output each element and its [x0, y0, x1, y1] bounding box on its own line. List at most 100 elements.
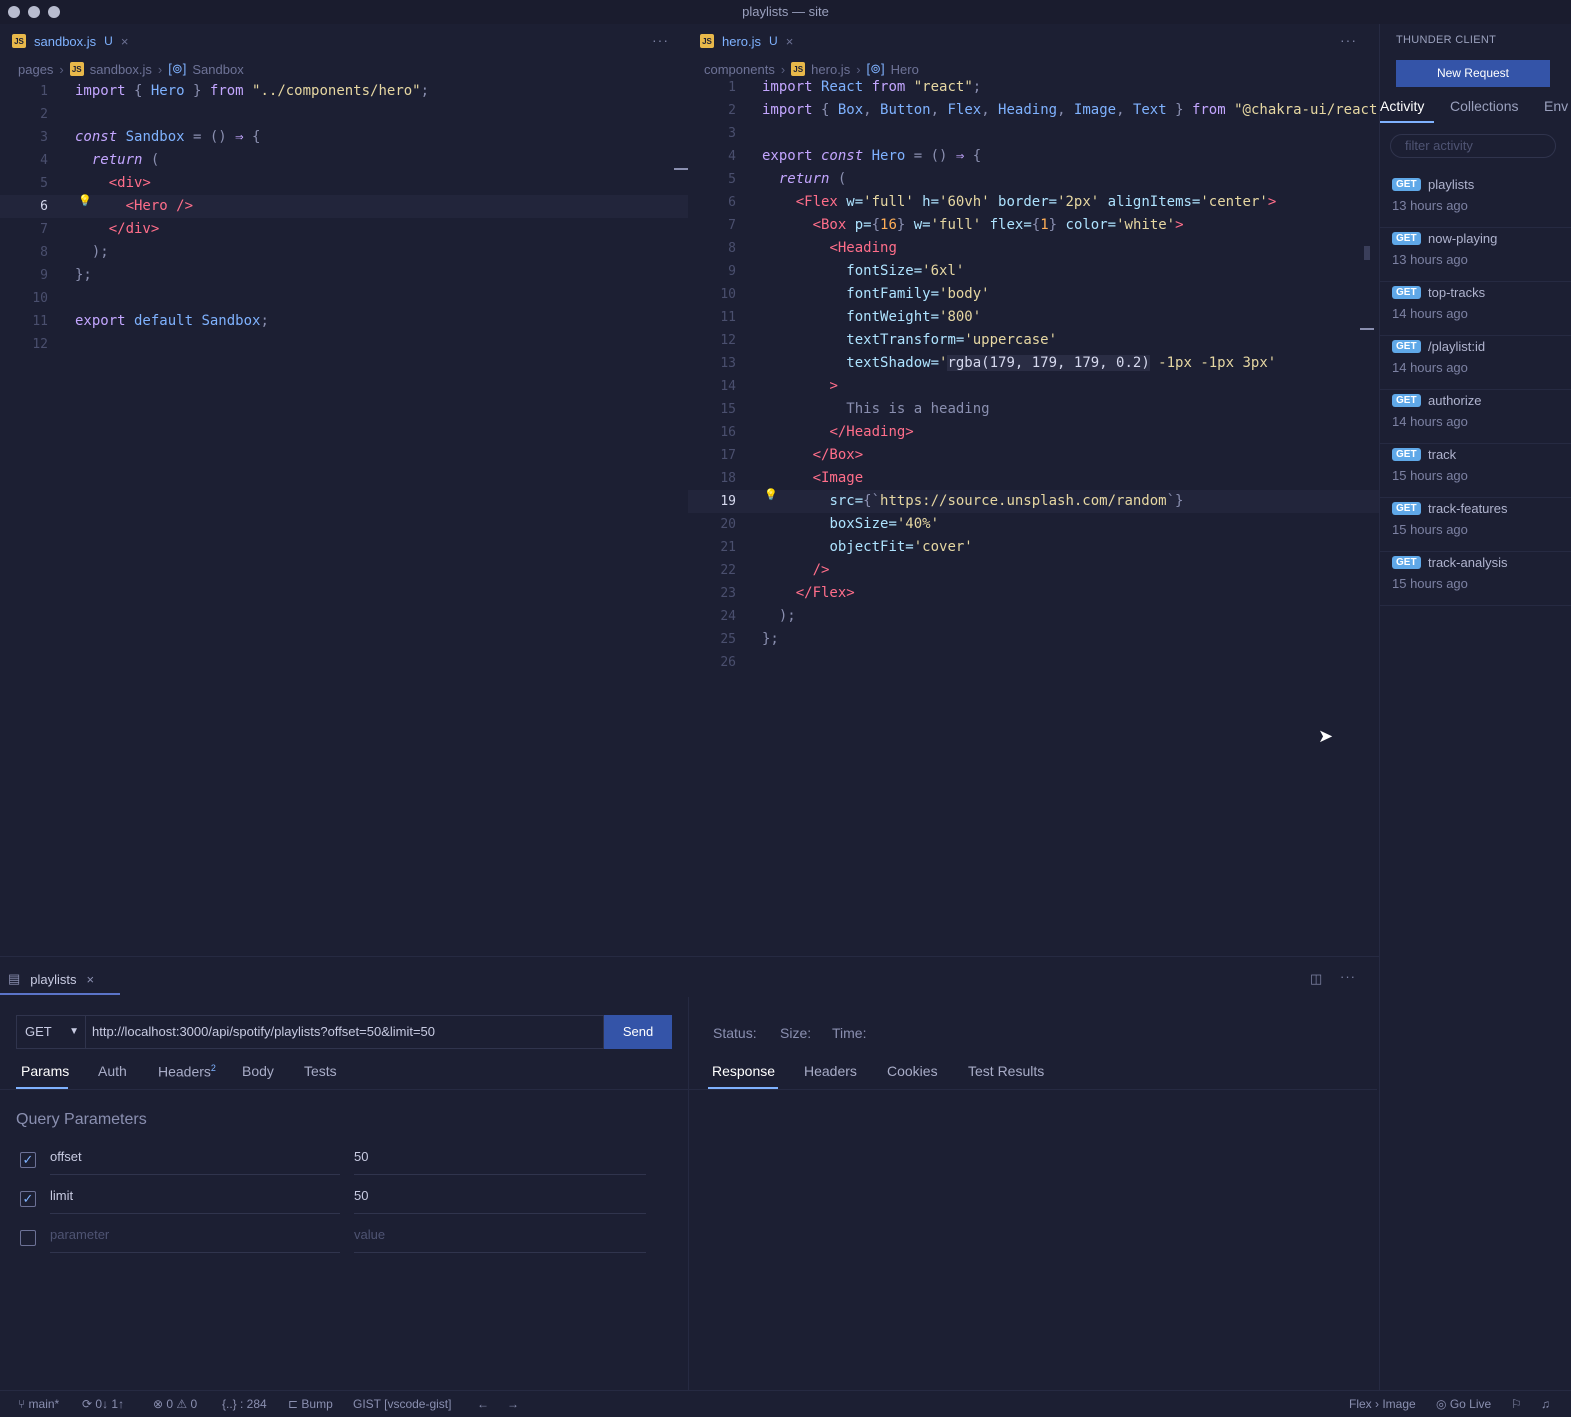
code-line[interactable]: 20 boxSize='40%' — [688, 513, 1379, 536]
tab-auth[interactable]: Auth — [98, 1063, 127, 1079]
feedback-icon[interactable]: ⚐ — [1511, 1397, 1522, 1411]
tab-sandbox-js[interactable]: JS sandbox.js U × — [8, 24, 132, 58]
param-value-input[interactable]: value — [354, 1223, 646, 1253]
code-line[interactable]: 3 — [688, 122, 1379, 145]
tab-response-headers[interactable]: Headers — [804, 1063, 857, 1079]
code-line[interactable]: 3 const Sandbox = () ⇒ { — [0, 126, 688, 149]
tab-activity[interactable]: Activity — [1380, 98, 1424, 114]
split-editor-icon[interactable]: ◫ — [1310, 971, 1322, 987]
code-line[interactable]: 1 import { Hero } from "../components/her… — [0, 80, 688, 103]
code-line[interactable]: 11 export default Sandbox; — [0, 310, 688, 333]
code-line[interactable]: 9 fontSize='6xl' — [688, 260, 1379, 283]
symbol-breadcrumb[interactable]: Flex › Image — [1349, 1397, 1416, 1411]
param-key-input[interactable]: offset — [50, 1145, 340, 1175]
code-line[interactable]: 15 This is a heading — [688, 398, 1379, 421]
close-tab-icon[interactable]: × — [121, 34, 129, 49]
lightbulb-icon[interactable]: 💡 — [764, 488, 778, 501]
activity-item[interactable]: GET/playlist:id 14 hours ago — [1380, 336, 1571, 390]
close-tab-icon[interactable]: × — [786, 34, 794, 49]
method-select[interactable]: GET ▼ — [16, 1015, 86, 1049]
maximize-window-button[interactable] — [48, 6, 60, 18]
param-checkbox[interactable]: ✓ — [20, 1191, 36, 1207]
tab-tests[interactable]: Tests — [304, 1063, 337, 1079]
code-line[interactable]: 11 fontWeight='800' — [688, 306, 1379, 329]
param-key-input[interactable]: limit — [50, 1184, 340, 1214]
forward-arrow-icon[interactable]: → — [507, 1397, 519, 1411]
code-line[interactable]: 13 textShadow='rgba(179, 179, 179, 0.2) … — [688, 352, 1379, 375]
gist-status[interactable]: GIST [vscode-gist] — [353, 1397, 451, 1411]
code-line[interactable]: 7 </div> — [0, 218, 688, 241]
more-actions-icon[interactable]: ··· — [1340, 32, 1357, 48]
breadcrumb-item[interactable]: Hero — [891, 62, 919, 77]
code-line[interactable]: 12 — [0, 333, 688, 356]
activity-item[interactable]: GET track-features 15 hours ago — [1380, 498, 1571, 552]
activity-item[interactable]: GET playlists 13 hours ago — [1380, 174, 1571, 228]
braces-status[interactable]: {..} : 284 — [222, 1397, 267, 1411]
code-line[interactable]: 4 export const Hero = () ⇒ { — [688, 145, 1379, 168]
breadcrumb-item[interactable]: components — [704, 62, 775, 77]
breadcrumb-item[interactable]: sandbox.js — [90, 62, 152, 77]
code-line[interactable]: 23 </Flex> — [688, 582, 1379, 605]
param-value-input[interactable]: 50 — [354, 1145, 646, 1175]
code-line[interactable]: 5 return ( — [688, 168, 1379, 191]
breadcrumb-item[interactable]: Sandbox — [192, 62, 243, 77]
code-line[interactable]: 9}; — [0, 264, 688, 287]
code-line[interactable]: 10 — [0, 287, 688, 310]
tab-collections[interactable]: Collections — [1450, 98, 1518, 114]
scrollbar-thumb[interactable] — [1364, 246, 1370, 260]
tab-hero-js[interactable]: JS hero.js U × — [696, 24, 797, 58]
code-line[interactable]: 6 <Flex w='full' h='60vh' border='2px' a… — [688, 191, 1379, 214]
code-line[interactable]: 19 src={`https://source.unsplash.com/ran… — [688, 490, 1379, 513]
more-actions-icon[interactable]: ··· — [652, 32, 669, 48]
code-line[interactable]: 14 > — [688, 375, 1379, 398]
url-input[interactable]: http://localhost:3000/api/spotify/playli… — [86, 1015, 604, 1049]
code-line[interactable]: 7 <Box p={16} w='full' flex={1} color='w… — [688, 214, 1379, 237]
lightbulb-icon[interactable]: 💡 — [78, 194, 92, 207]
param-checkbox[interactable] — [20, 1230, 36, 1246]
activity-item[interactable]: GET track-analysis 15 hours ago — [1380, 552, 1571, 606]
problems-status[interactable]: ⊗ 0 ⚠ 0 — [153, 1397, 197, 1411]
close-tab-icon[interactable]: × — [87, 972, 95, 987]
new-request-button[interactable]: New Request — [1396, 60, 1550, 87]
param-key-input[interactable]: parameter — [50, 1223, 340, 1253]
activity-item[interactable]: GET now-playing 13 hours ago — [1380, 228, 1571, 282]
code-line[interactable]: 8 <Heading — [688, 237, 1379, 260]
bump-status[interactable]: ⊏ Bump — [288, 1397, 333, 1411]
code-line[interactable]: 8 ); — [0, 241, 688, 264]
activity-item[interactable]: GET authorize 14 hours ago — [1380, 390, 1571, 444]
code-line[interactable]: 4 return ( — [0, 149, 688, 172]
param-checkbox[interactable]: ✓ — [20, 1152, 36, 1168]
code-line[interactable]: 25}; — [688, 628, 1379, 651]
back-arrow-icon[interactable]: ← — [477, 1397, 489, 1411]
breadcrumb-item[interactable]: pages — [18, 62, 53, 77]
tab-params[interactable]: Params — [21, 1063, 69, 1079]
activity-item[interactable]: GET track 15 hours ago — [1380, 444, 1571, 498]
send-button[interactable]: Send — [604, 1015, 672, 1049]
tab-playlists-request[interactable]: ▤ playlists × — [8, 965, 94, 993]
breadcrumb-item[interactable]: hero.js — [811, 62, 850, 77]
code-line[interactable]: 21 objectFit='cover' — [688, 536, 1379, 559]
code-line[interactable]: 12 textTransform='uppercase' — [688, 329, 1379, 352]
tab-cookies[interactable]: Cookies — [887, 1063, 938, 1079]
activity-item[interactable]: GET top-tracks 14 hours ago — [1380, 282, 1571, 336]
more-actions-icon[interactable]: ··· — [1340, 969, 1356, 984]
left-code-editor[interactable]: 1 import { Hero } from "../components/her… — [0, 80, 688, 956]
code-line[interactable]: 24 ); — [688, 605, 1379, 628]
code-line[interactable]: 6 <Hero /> — [0, 195, 688, 218]
git-branch[interactable]: ⑂ main* — [18, 1397, 59, 1411]
tab-headers[interactable]: Headers2 — [158, 1063, 216, 1080]
sync-status[interactable]: ⟳ 0↓ 1↑ — [82, 1397, 124, 1411]
tab-env[interactable]: Env — [1544, 98, 1568, 114]
tab-response[interactable]: Response — [712, 1063, 775, 1079]
param-value-input[interactable]: 50 — [354, 1184, 646, 1214]
code-line[interactable]: 10 fontFamily='body' — [688, 283, 1379, 306]
code-line[interactable]: 22 /> — [688, 559, 1379, 582]
code-line[interactable]: 1 import React from "react"; — [688, 80, 1379, 99]
close-window-button[interactable] — [8, 6, 20, 18]
code-line[interactable]: 5 <div> — [0, 172, 688, 195]
code-line[interactable]: 2 — [0, 103, 688, 126]
code-line[interactable]: 16 </Heading> — [688, 421, 1379, 444]
minimize-window-button[interactable] — [28, 6, 40, 18]
code-line[interactable]: 26 — [688, 651, 1379, 674]
go-live-button[interactable]: ◎ Go Live — [1436, 1397, 1491, 1411]
